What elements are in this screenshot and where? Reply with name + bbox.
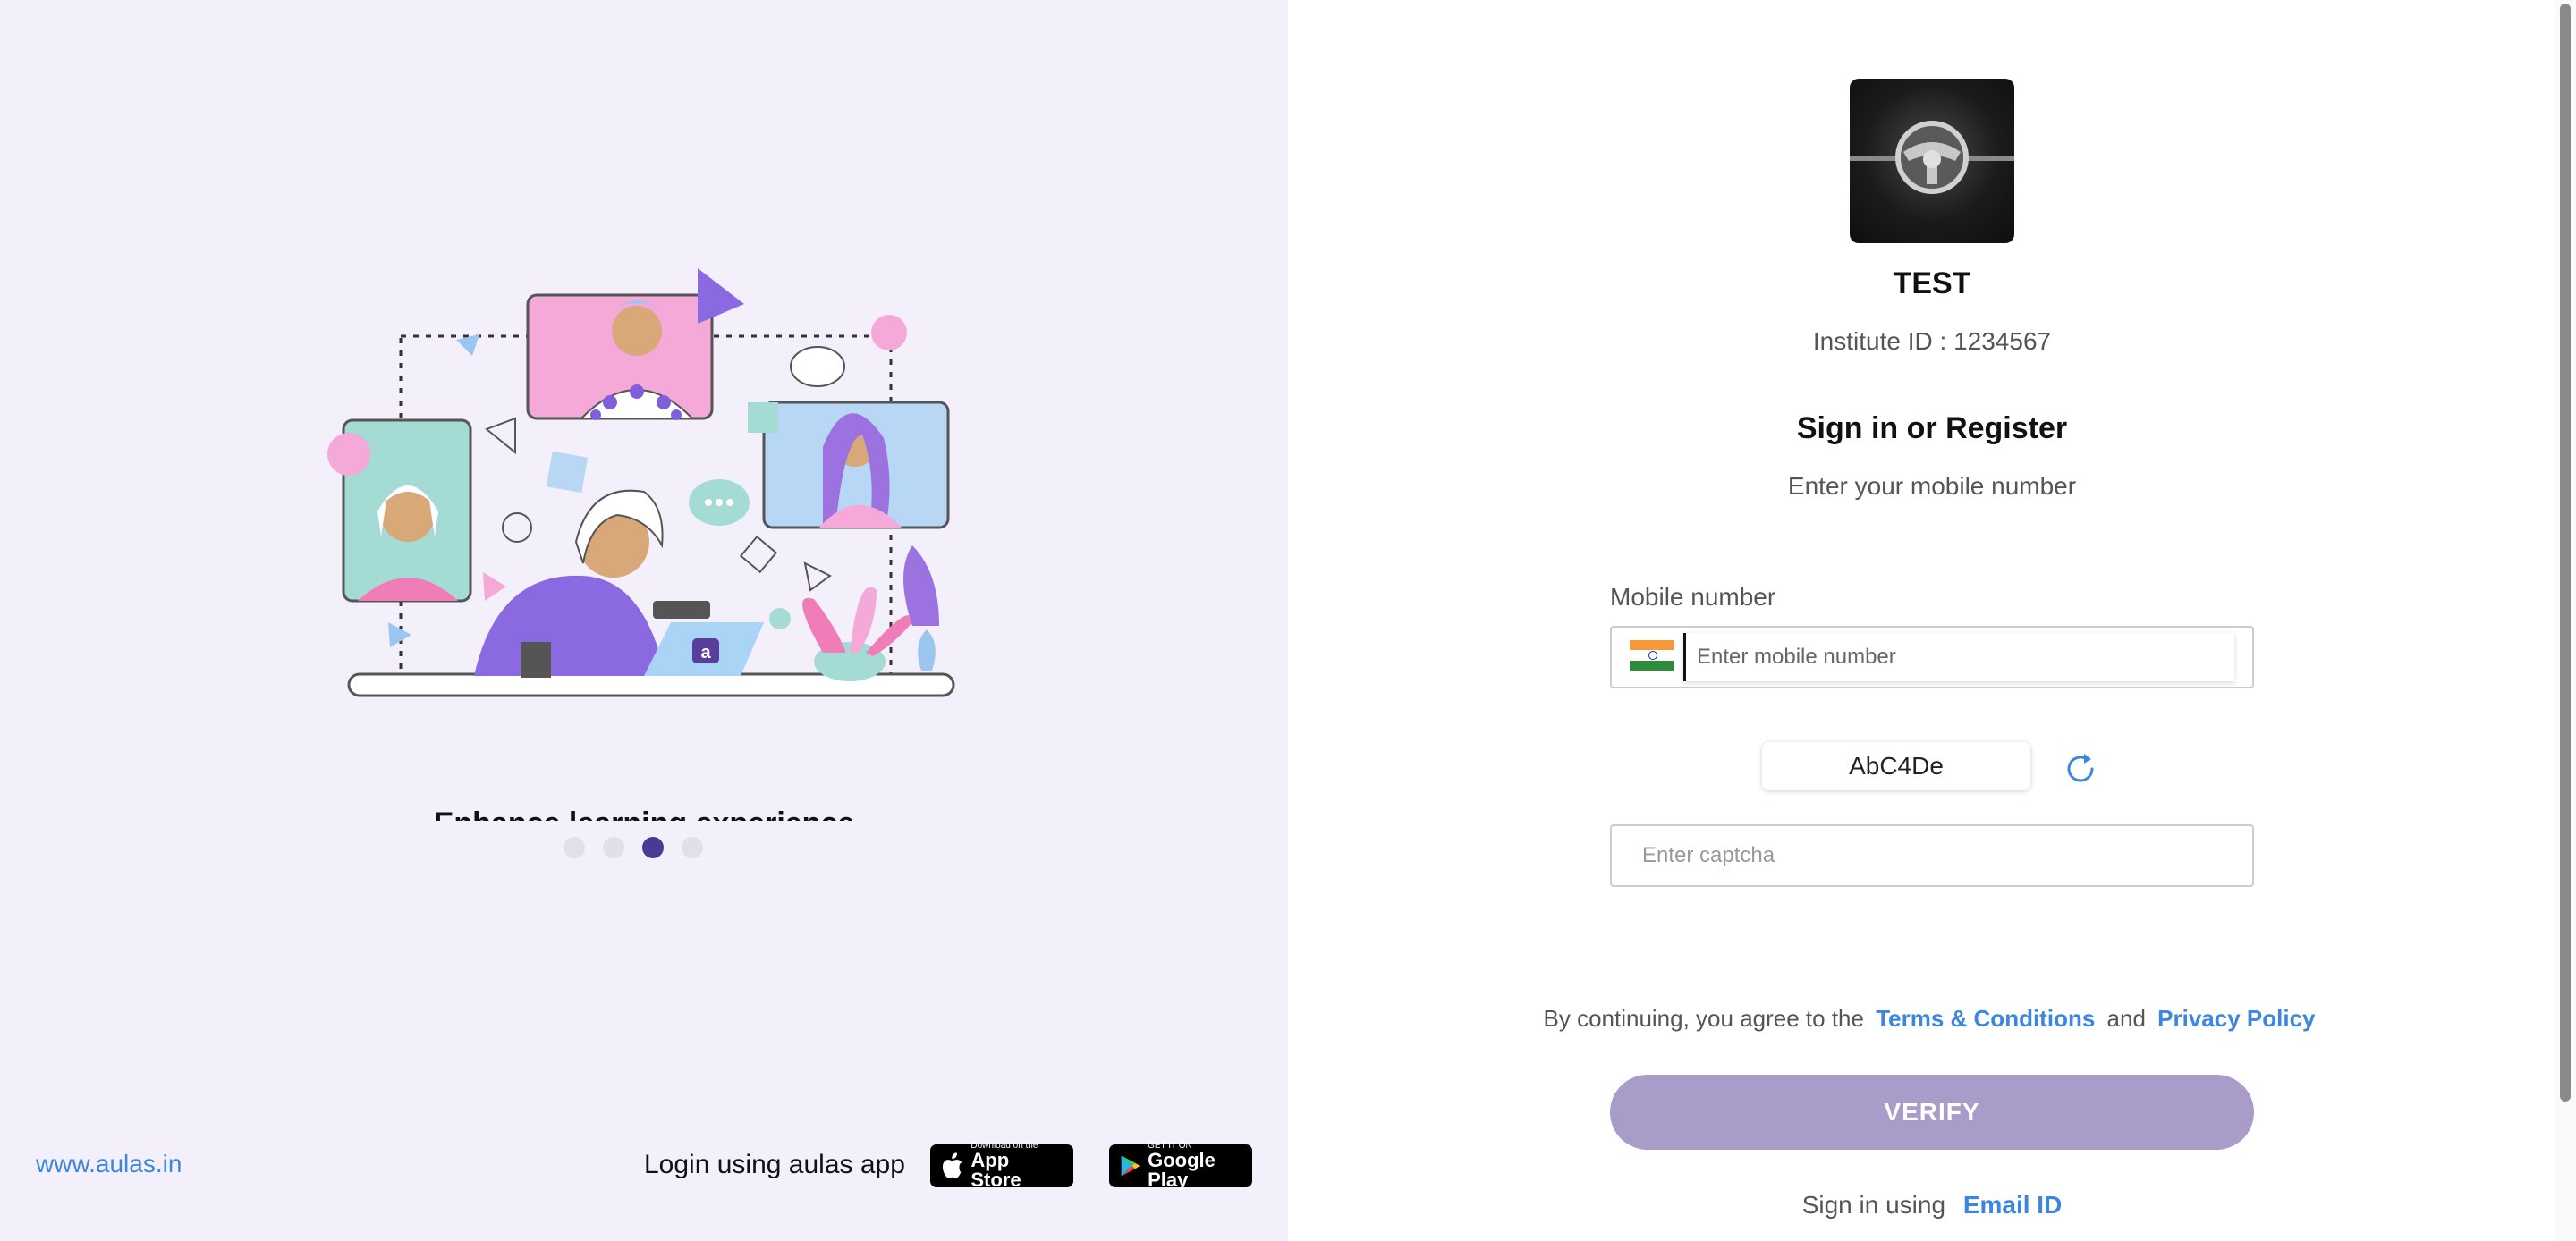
steering-wheel-icon — [1850, 121, 2014, 194]
mobile-number-label: Mobile number — [1610, 583, 1776, 611]
google-play-icon — [1121, 1155, 1140, 1177]
carousel-dot[interactable] — [682, 837, 703, 858]
terms-link[interactable]: Terms & Conditions — [1876, 1005, 2095, 1032]
signin-subtitle: Enter your mobile number — [1787, 472, 2077, 500]
terms-and: and — [2106, 1005, 2146, 1032]
carousel-dot[interactable] — [564, 837, 585, 858]
india-flag-icon[interactable] — [1630, 640, 1674, 671]
mobile-number-field — [1610, 626, 2254, 688]
carousel-caption: Enhance learning experience — [0, 801, 1288, 821]
institute-name: TEST — [1893, 266, 1971, 300]
carousel-dots — [564, 837, 703, 858]
online-learning-illustration: a — [327, 268, 955, 697]
refresh-captcha-icon[interactable] — [2063, 751, 2098, 787]
app-store-badge[interactable]: Download on the App Store — [930, 1142, 1073, 1191]
svg-text:a: a — [700, 643, 711, 663]
website-link[interactable]: www.aulas.in — [36, 1150, 182, 1178]
google-play-badge[interactable]: GET IT ON Google Play — [1109, 1142, 1252, 1191]
carousel-dot[interactable] — [603, 837, 624, 858]
alt-signin: Sign in using Email ID — [1288, 1191, 2576, 1220]
institute-id: Institute ID : 1234567 — [1812, 327, 2052, 355]
apple-icon — [942, 1152, 962, 1178]
email-signin-link[interactable]: Email ID — [1963, 1191, 2062, 1219]
captcha-display: AbC4De — [1762, 742, 2030, 790]
scrollbar[interactable] — [2555, 0, 2576, 1241]
left-panel: a Enhance learning experience www.aulas.… — [0, 0, 1288, 1241]
google-play-big-text: Google Play — [1148, 1149, 1216, 1191]
scrollbar-thumb[interactable] — [2560, 4, 2571, 1102]
alt-signin-prefix: Sign in using — [1801, 1191, 1946, 1219]
app-login-label: Login using aulas app — [644, 1150, 905, 1179]
app-store-big-text: App Store — [970, 1149, 1021, 1191]
mobile-number-input[interactable] — [1683, 633, 2234, 681]
right-panel: TEST Institute ID : 1234567 Sign in or R… — [1288, 0, 2576, 1241]
carousel-dot-active[interactable] — [642, 837, 664, 858]
terms-prefix: By continuing, you agree to the — [1543, 1005, 1864, 1032]
institute-logo — [1850, 79, 2014, 243]
terms-notice: By continuing, you agree to the Terms & … — [1288, 1005, 2576, 1033]
signin-title: Sign in or Register — [1796, 411, 2068, 445]
verify-button[interactable]: VERIFY — [1610, 1075, 2254, 1150]
captcha-input[interactable] — [1610, 824, 2254, 887]
privacy-link[interactable]: Privacy Policy — [2157, 1005, 2315, 1032]
